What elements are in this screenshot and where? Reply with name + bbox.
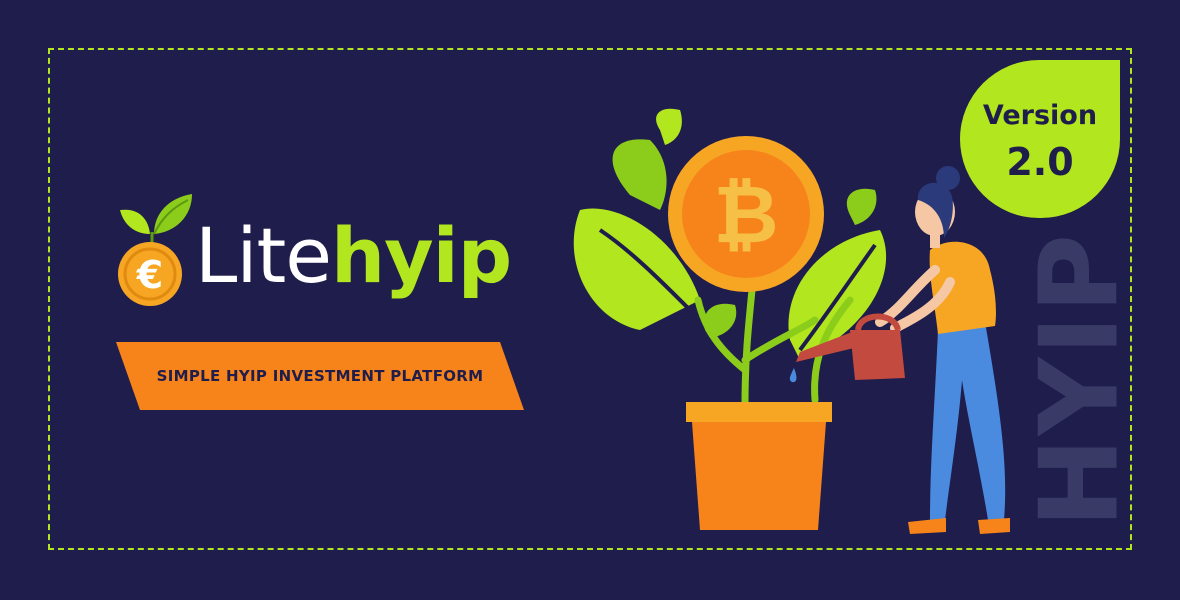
banner: € Litehyip SIMPLE HYIP INVESTMENT PLATFO…: [0, 0, 1180, 600]
water-drop: [789, 368, 797, 383]
version-label: Version: [982, 100, 1098, 131]
version-number: 2.0: [1006, 140, 1074, 184]
bitcoin-icon: ₿: [713, 168, 778, 261]
bitcoin-coin: ₿: [668, 136, 824, 292]
flower-pot: [686, 402, 832, 530]
version-badge: [960, 60, 1120, 218]
